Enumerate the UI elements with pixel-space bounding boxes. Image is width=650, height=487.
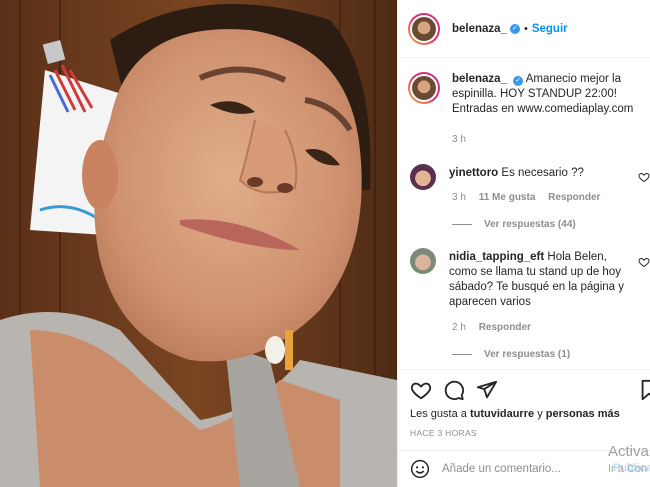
post-caption: belenaza_ ✓ Amanecio mejor la espinilla.…	[408, 72, 648, 117]
comment-time: 3 h	[452, 192, 466, 203]
commenter-avatar[interactable]	[410, 248, 436, 274]
likes-prefix: Les gusta a	[410, 408, 467, 420]
likes-connector: y	[537, 408, 543, 420]
activation-watermark-link: Ir a Con	[608, 463, 648, 475]
comment-likes[interactable]: 11 Me gusta	[479, 192, 536, 203]
view-replies-button[interactable]: Ver respuestas (44)	[452, 219, 576, 230]
verified-badge-icon: ✓	[509, 23, 520, 34]
selfie-photo	[0, 0, 397, 487]
comment-text: Es necesario ??	[501, 167, 584, 179]
share-icon[interactable]	[476, 379, 498, 401]
comment-icon[interactable]	[443, 379, 465, 401]
caption-verified-badge-icon: ✓	[513, 76, 524, 86]
caption-time: 3 h	[452, 134, 466, 145]
likes-others[interactable]: personas más	[546, 408, 620, 420]
activation-watermark: Activa	[608, 443, 649, 460]
post-photo	[0, 0, 397, 487]
caption-author-username[interactable]: belenaza_	[452, 73, 507, 85]
reply-button[interactable]: Responder	[479, 322, 531, 333]
comment-like-heart-icon[interactable]	[638, 171, 650, 183]
author-avatar[interactable]	[408, 12, 440, 45]
follow-button[interactable]: Seguir	[532, 23, 568, 35]
heart-icon[interactable]	[410, 379, 432, 401]
comment-like-heart-icon[interactable]	[638, 256, 650, 268]
view-replies-label: Ver respuestas (44)	[484, 219, 576, 230]
replies-line	[452, 224, 472, 225]
bookmark-icon[interactable]	[638, 379, 650, 401]
likes-user[interactable]: tutuvidaurre	[470, 408, 534, 420]
header-separator: •	[523, 22, 528, 35]
comment-item: nidia_tapping_eft Hola Belen, como se ll…	[410, 248, 650, 310]
likes-summary: Les gusta a tutuvidaurre y personas más	[410, 408, 620, 420]
comment-meta: 2 h Responder	[452, 322, 541, 333]
comment-input[interactable]: Añade un comentario...	[442, 463, 561, 475]
post-header: belenaza_ ✓ • Seguir	[398, 0, 650, 58]
commenter-username[interactable]: yinettoro	[449, 167, 498, 179]
comment-item: yinettoro Es necesario ??	[410, 164, 650, 190]
action-bar	[398, 369, 650, 409]
reply-button[interactable]: Responder	[548, 192, 600, 203]
comment-meta: 3 h 11 Me gusta Responder	[452, 192, 610, 203]
comment-body: nidia_tapping_eft Hola Belen, como se ll…	[449, 248, 634, 310]
author-username[interactable]: belenaza_	[452, 23, 507, 35]
comment-time: 2 h	[452, 322, 466, 333]
commenter-username[interactable]: nidia_tapping_eft	[449, 251, 544, 263]
caption-text-block: belenaza_ ✓ Amanecio mejor la espinilla.…	[452, 72, 648, 117]
post-side-panel: belenaza_ ✓ • Seguir belenaza_ ✓ Amaneci…	[397, 0, 650, 487]
commenter-avatar[interactable]	[410, 164, 436, 190]
view-replies-label: Ver respuestas (1)	[484, 349, 571, 360]
caption-author-avatar[interactable]	[408, 72, 440, 104]
replies-line	[452, 354, 472, 355]
comment-body: yinettoro Es necesario ??	[449, 164, 634, 190]
view-replies-button[interactable]: Ver respuestas (1)	[452, 349, 570, 360]
emoji-icon[interactable]	[410, 459, 430, 479]
post-date: HACE 3 HORAS	[410, 428, 477, 438]
